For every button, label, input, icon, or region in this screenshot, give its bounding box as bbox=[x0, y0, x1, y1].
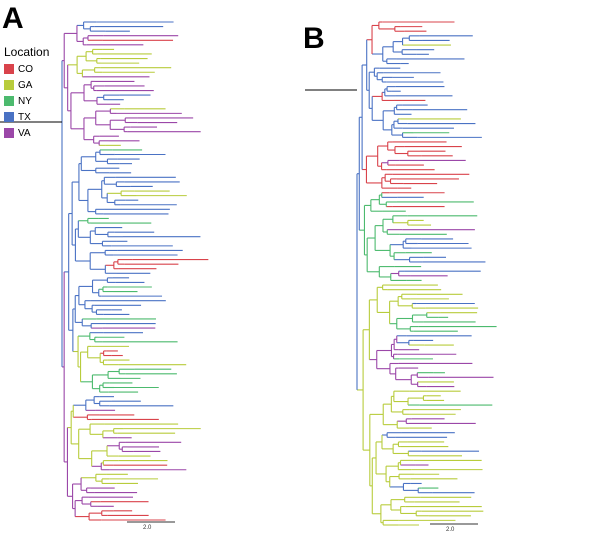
legend-swatch bbox=[4, 80, 14, 90]
panel-label-a: A bbox=[2, 2, 24, 35]
legend-item-ny: NY bbox=[4, 93, 49, 109]
legend-swatch bbox=[4, 112, 14, 122]
legend: Location CO GA NY TX VA bbox=[4, 45, 49, 141]
legend-label: NY bbox=[18, 95, 32, 107]
legend-swatch bbox=[4, 64, 14, 74]
phylogenetic-trees bbox=[0, 21, 497, 526]
legend-label: GA bbox=[18, 79, 33, 91]
legend-swatch bbox=[4, 128, 14, 138]
legend-label: CO bbox=[18, 63, 33, 75]
figure: A B Location CO GA NY TX VA 2.0 2.0 bbox=[0, 0, 600, 536]
legend-item-ga: GA bbox=[4, 77, 49, 93]
legend-item-va: VA bbox=[4, 125, 49, 141]
scale-bar-label-b: 2.0 bbox=[446, 527, 455, 533]
legend-label: VA bbox=[18, 127, 31, 139]
scale-bar-label-a: 2.0 bbox=[143, 525, 152, 531]
panel-label-b: B bbox=[303, 22, 325, 55]
legend-swatch bbox=[4, 96, 14, 106]
legend-item-co: CO bbox=[4, 61, 49, 77]
legend-item-tx: TX bbox=[4, 109, 49, 125]
legend-label: TX bbox=[18, 111, 31, 123]
legend-title: Location bbox=[4, 45, 50, 59]
